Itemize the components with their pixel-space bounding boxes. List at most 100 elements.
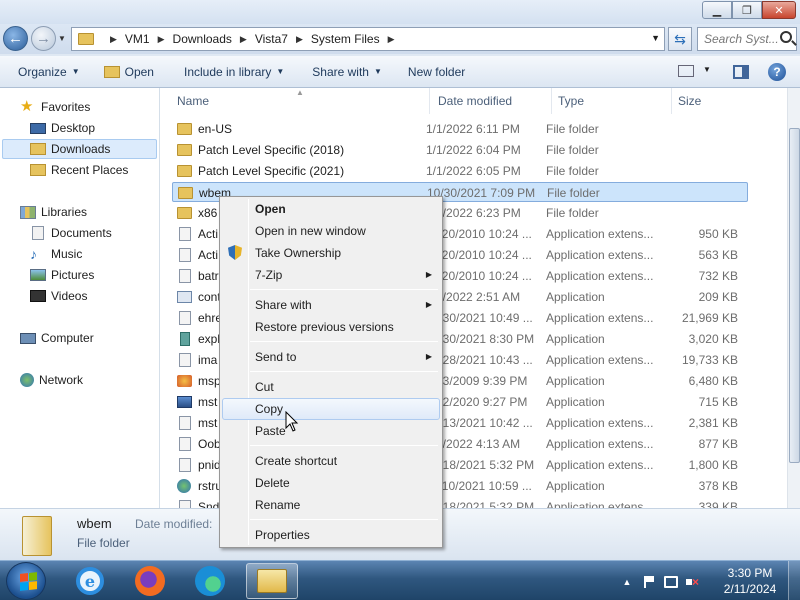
nav-pictures[interactable]: Pictures [30, 265, 94, 285]
menu-item-restore-previous-versions[interactable]: Restore previous versions [222, 316, 440, 338]
menu-item-cut[interactable]: Cut [222, 376, 440, 398]
search-input[interactable]: Search Syst... [697, 27, 797, 51]
show-hidden-icons-icon[interactable]: ▲ [620, 575, 634, 589]
network-status-icon[interactable] [664, 576, 678, 588]
menu-separator [250, 289, 438, 290]
menu-item-create-shortcut[interactable]: Create shortcut [222, 450, 440, 472]
menu-item-paste[interactable]: Paste [222, 420, 440, 442]
chevron-down-icon: ▼ [276, 67, 285, 76]
chevron-right-icon[interactable]: ▶ [296, 34, 303, 45]
maximize-button[interactable]: ❐ [732, 1, 762, 19]
view-options-icon[interactable] [678, 65, 694, 77]
breadcrumb-vm1[interactable]: VM1 [125, 32, 150, 46]
menu-copy-label: Copy [255, 402, 284, 416]
column-header-date[interactable]: Date modified [432, 88, 552, 114]
dll-icon [179, 353, 191, 367]
file-type: File folder [546, 143, 599, 157]
nav-computer-label: Computer [41, 331, 94, 345]
action-center-flag-icon[interactable] [644, 576, 654, 588]
internet-explorer-icon: e [76, 567, 104, 595]
share-with-button[interactable]: Share with ▼ [294, 65, 392, 79]
menu-item-share-with[interactable]: Share with ▶ [222, 294, 440, 316]
chevron-right-icon[interactable]: ▶ [240, 34, 247, 45]
menu-item-delete[interactable]: Delete [222, 472, 440, 494]
breadcrumb-vista7[interactable]: Vista7 [255, 32, 288, 46]
nav-computer[interactable]: Computer [20, 328, 94, 348]
desktop-icon [30, 122, 46, 134]
chevron-right-icon[interactable]: ▶ [158, 34, 165, 45]
menu-item-rename[interactable]: Rename [222, 494, 440, 516]
menu-item-open[interactable]: Open [222, 198, 440, 220]
file-row[interactable]: Patch Level Specific (2018) 1/1/2022 6:04… [172, 140, 748, 160]
chevron-right-icon[interactable]: ▶ [388, 34, 395, 45]
menu-item-open-new-window[interactable]: Open in new window [222, 220, 440, 242]
refresh-button[interactable]: ⇆ [668, 27, 692, 51]
edge-icon [195, 566, 225, 596]
taskbar-firefox[interactable] [124, 563, 176, 599]
menu-item-properties[interactable]: Properties [222, 524, 440, 546]
column-header-type[interactable]: Type [552, 88, 672, 114]
nav-downloads[interactable]: Downloads [2, 139, 157, 159]
start-button[interactable] [6, 562, 46, 600]
menu-item-take-ownership[interactable]: Take Ownership [222, 242, 440, 264]
nav-videos[interactable]: Videos [30, 286, 87, 306]
back-button[interactable]: ← [3, 26, 28, 51]
taskbar-clock[interactable]: 3:30 PM 2/11/2024 [722, 565, 778, 597]
file-row[interactable]: en-US 1/1/2022 6:11 PM File folder [172, 119, 748, 139]
open-label: Open [124, 64, 154, 79]
help-icon[interactable]: ? [768, 63, 786, 81]
file-explorer-icon [257, 569, 287, 593]
nav-libraries[interactable]: Libraries [20, 202, 87, 222]
nav-network[interactable]: Network [20, 370, 83, 390]
file-row[interactable]: Patch Level Specific (2021) 1/1/2022 6:05… [172, 161, 748, 181]
chevron-down-icon[interactable]: ▼ [703, 65, 711, 74]
breadcrumb-system-files[interactable]: System Files [311, 32, 380, 46]
nav-desktop[interactable]: Desktop [30, 118, 95, 138]
menu-open-label: Open [255, 202, 286, 216]
address-bar[interactable]: ▶ VM1 ▶ Downloads ▶ Vista7 ▶ System File… [71, 27, 665, 51]
breadcrumb-downloads[interactable]: Downloads [173, 32, 232, 46]
file-name: x86 [198, 206, 218, 220]
file-type: Application [546, 374, 605, 388]
mouse-cursor-icon [285, 411, 299, 432]
organize-button[interactable]: Organize ▼ [0, 65, 90, 79]
firefox-icon [135, 566, 165, 596]
file-name: ima [198, 353, 218, 367]
nav-music[interactable]: ♪ Music [30, 244, 82, 264]
address-row: ← → ▼ ▶ VM1 ▶ Downloads ▶ Vista7 ▶ Syste… [0, 24, 800, 54]
chevron-right-icon[interactable]: ▶ [110, 34, 117, 45]
file-type: Application extens... [546, 416, 654, 430]
minimize-button[interactable]: ▁ [702, 1, 732, 19]
nav-recent-places[interactable]: Recent Places [30, 160, 128, 180]
column-header-size[interactable]: Size [672, 88, 752, 114]
taskbar-internet-explorer[interactable]: e [64, 563, 116, 599]
menu-item-7zip[interactable]: 7-Zip ▶ [222, 264, 440, 286]
include-in-library-button[interactable]: Include in library ▼ [164, 65, 294, 79]
taskbar-explorer[interactable] [246, 563, 298, 599]
recent-pages-dropdown[interactable]: ▼ [58, 34, 66, 43]
file-name: Acti [198, 227, 219, 241]
column-header-name[interactable]: Name ▲ [160, 88, 430, 114]
nav-documents[interactable]: Documents [30, 223, 112, 243]
show-desktop-button[interactable] [788, 561, 800, 600]
taskbar-edge[interactable] [184, 563, 236, 599]
preview-pane-icon[interactable] [733, 65, 749, 79]
volume-muted-icon[interactable] [686, 575, 700, 589]
file-type: Application extens... [546, 458, 654, 472]
documents-icon [32, 226, 44, 240]
close-button[interactable]: ✕ [762, 1, 796, 19]
menu-item-send-to[interactable]: Send to ▶ [222, 346, 440, 368]
chevron-down-icon[interactable]: ▼ [651, 33, 660, 43]
new-folder-button[interactable]: New folder [392, 65, 475, 79]
file-type: Application [546, 332, 605, 346]
taskbar: e ▲ 3:30 PM 2/11/2024 [0, 560, 800, 600]
menu-item-copy[interactable]: Copy [222, 398, 440, 420]
nav-favorites[interactable]: ★ Favorites [20, 97, 90, 117]
scrollbar-thumb[interactable] [789, 128, 800, 463]
forward-button[interactable]: → [31, 26, 56, 51]
nav-pictures-label: Pictures [51, 268, 95, 282]
file-name: pnid [198, 458, 221, 472]
vertical-scrollbar[interactable] [787, 88, 800, 508]
open-button[interactable]: Open [90, 65, 164, 79]
clock-date: 2/11/2024 [723, 582, 777, 596]
